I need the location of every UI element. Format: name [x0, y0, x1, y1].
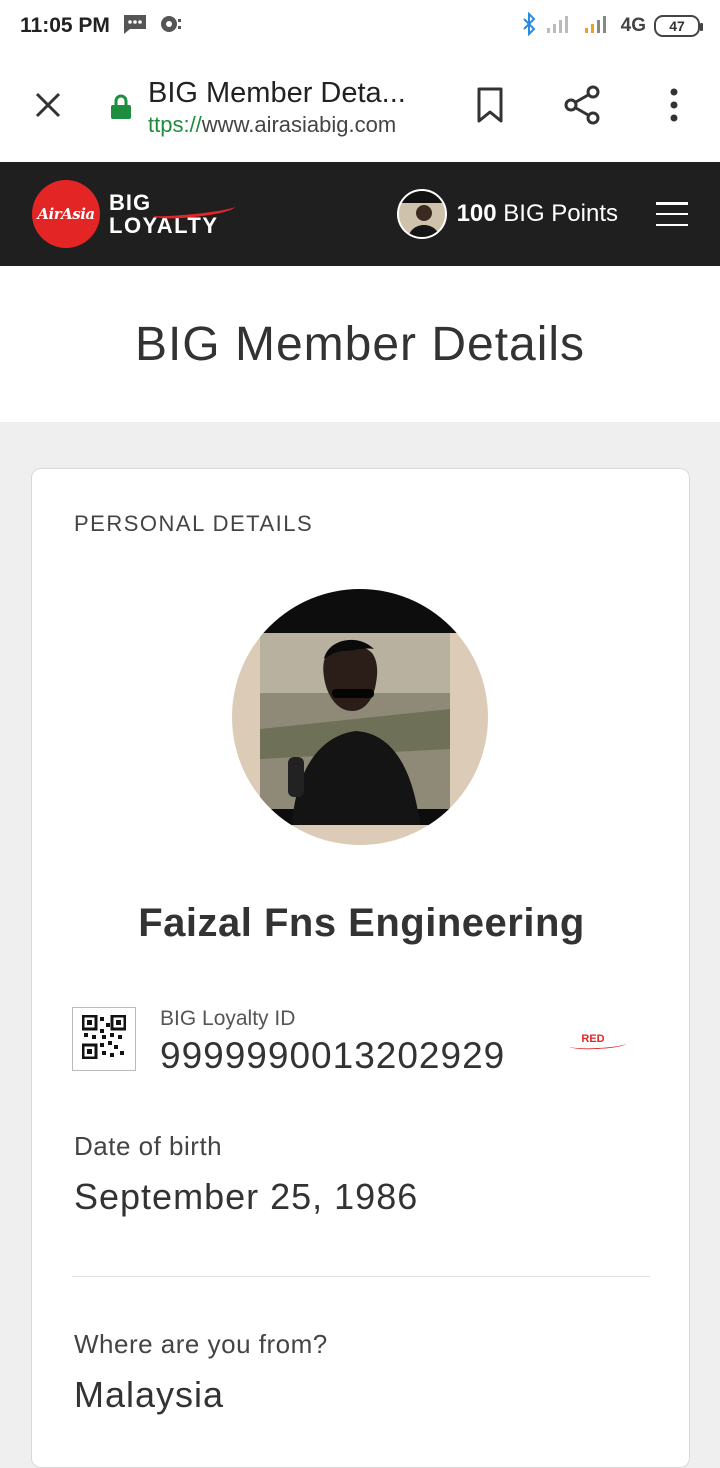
section-label: PERSONAL DETAILS — [74, 511, 314, 536]
points-value: 100 — [456, 200, 497, 227]
battery-indicator: 47 — [654, 15, 703, 37]
browser-toolbar: BIG Member Deta... ttps://www.airasiabig… — [0, 52, 720, 162]
avatar[interactable] — [396, 189, 447, 239]
menu-icon[interactable] — [656, 202, 688, 226]
chat-icon — [122, 13, 148, 40]
points-label: BIG Points — [503, 200, 618, 227]
nationality-field: Where are you from? Malaysia — [74, 1329, 650, 1416]
lock-icon — [96, 94, 146, 120]
divider — [72, 1276, 650, 1277]
share-icon — [563, 85, 601, 130]
loyalty-id-value: 9999990013202929 — [160, 1035, 506, 1076]
personal-details-card: PERSONAL DETAILS Faizal Fns Engineering — [31, 468, 690, 1468]
bluetooth-icon — [521, 11, 537, 41]
battery-level: 47 — [669, 18, 685, 34]
points-display[interactable]: 100 BIG Points — [457, 200, 618, 228]
big-loyalty-logo[interactable]: BIG LOYALTY — [109, 191, 236, 237]
airasia-logo-text: AirAsia — [37, 205, 95, 223]
url-host: www.airasiabig.com — [201, 111, 397, 137]
dob-field: Date of birth September 25, 1986 — [74, 1131, 650, 1218]
airasia-logo[interactable]: AirAsia — [32, 180, 100, 248]
share-button[interactable] — [536, 52, 628, 162]
bookmark-icon — [476, 87, 504, 128]
qr-code-icon — [81, 1014, 127, 1064]
notification-icon — [158, 13, 184, 40]
dob-value: September 25, 1986 — [74, 1176, 419, 1217]
status-bar: 11:05 PM 4G 47 — [0, 0, 720, 52]
signal-icon — [583, 14, 613, 39]
nationality-value: Malaysia — [74, 1374, 225, 1415]
url-text: ttps://www.airasiabig.com — [148, 112, 438, 138]
site-header: AirAsia BIG LOYALTY 100 BIG Points — [0, 162, 720, 266]
more-vert-icon — [669, 88, 679, 127]
address-bar[interactable]: BIG Member Deta... ttps://www.airasiabig… — [96, 77, 444, 138]
close-icon — [33, 90, 63, 125]
page-title: BIG Member Details — [0, 266, 720, 422]
url-scheme: ttps:// — [148, 111, 202, 137]
member-name: Faizal Fns Engineering — [138, 901, 585, 945]
profile-photo — [232, 589, 488, 845]
loyalty-id-label: BIG Loyalty ID — [160, 1007, 296, 1030]
signal-icon — [545, 14, 575, 39]
browser-page-title: BIG Member Deta... — [148, 76, 406, 109]
network-type: 4G — [620, 15, 646, 36]
qr-code-button[interactable] — [72, 1007, 136, 1071]
bookmark-button[interactable] — [444, 52, 536, 162]
close-button[interactable] — [0, 52, 96, 162]
nationality-label: Where are you from? — [74, 1329, 328, 1359]
more-options-button[interactable] — [628, 52, 720, 162]
dob-label: Date of birth — [74, 1131, 223, 1161]
loyalty-id-row: BIG Loyalty ID 9999990013202929 RED — [72, 1007, 652, 1077]
tier-swoosh — [569, 1039, 627, 1051]
status-time: 11:05 PM — [20, 14, 110, 37]
